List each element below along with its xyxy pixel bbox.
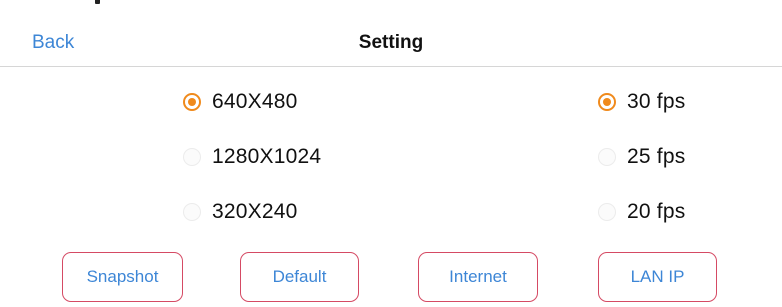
framerate-option-20fps[interactable]: 20 fps bbox=[598, 200, 685, 224]
radio-selected-icon[interactable] bbox=[183, 93, 201, 111]
resolution-option-320x240[interactable]: 320X240 bbox=[183, 200, 297, 224]
snapshot-button[interactable]: Snapshot bbox=[62, 252, 183, 302]
resolution-label: 640X480 bbox=[212, 90, 298, 113]
resolution-label: 320X240 bbox=[212, 200, 298, 223]
framerate-option-25fps[interactable]: 25 fps bbox=[598, 145, 685, 169]
radio-unselected-icon[interactable] bbox=[183, 203, 201, 221]
radio-unselected-icon[interactable] bbox=[598, 148, 616, 166]
radio-unselected-icon[interactable] bbox=[183, 148, 201, 166]
radio-selected-icon[interactable] bbox=[598, 93, 616, 111]
resolution-label: 1280X1024 bbox=[212, 145, 322, 168]
framerate-label: 30 fps bbox=[627, 90, 686, 113]
radio-unselected-icon[interactable] bbox=[598, 203, 616, 221]
status-bar-fragment bbox=[95, 0, 100, 4]
resolution-option-640x480[interactable]: 640X480 bbox=[183, 90, 297, 114]
framerate-option-30fps[interactable]: 30 fps bbox=[598, 90, 685, 114]
page-title: Setting bbox=[358, 32, 424, 53]
navigation-bar: Back Setting bbox=[0, 12, 782, 67]
default-button[interactable]: Default bbox=[240, 252, 359, 302]
framerate-label: 25 fps bbox=[627, 145, 686, 168]
status-bar bbox=[0, 0, 782, 8]
lan-ip-button[interactable]: LAN IP bbox=[598, 252, 717, 302]
internet-button[interactable]: Internet bbox=[418, 252, 538, 302]
resolution-option-1280x1024[interactable]: 1280X1024 bbox=[183, 145, 321, 169]
framerate-label: 20 fps bbox=[627, 200, 686, 223]
